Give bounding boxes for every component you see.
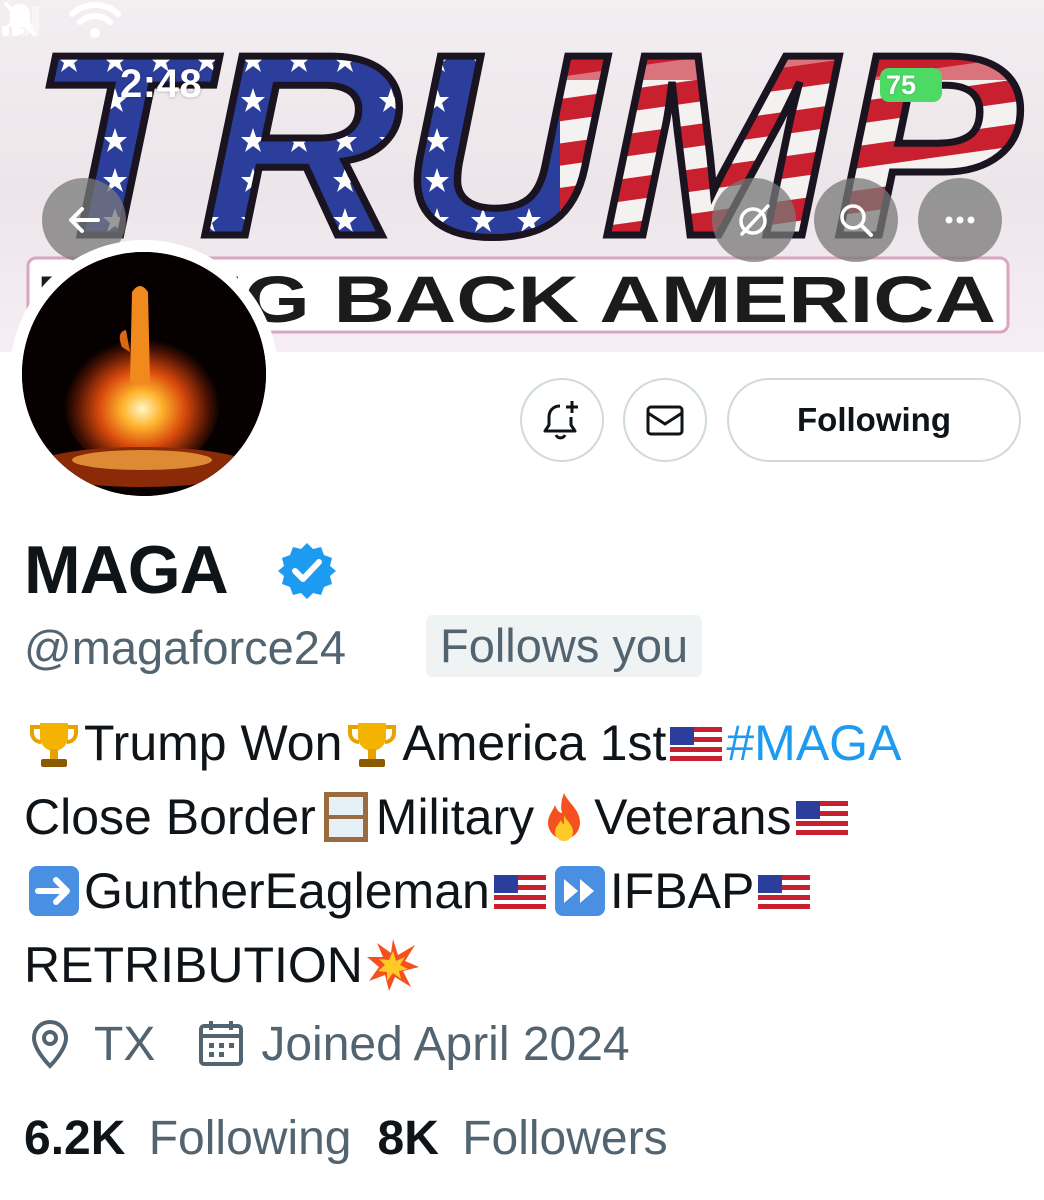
location-pin-icon: [31, 1019, 69, 1069]
hashtag-link[interactable]: #MAGA: [726, 706, 901, 780]
follow-stats: 6.2K Following 8K Followers: [24, 1106, 668, 1170]
us-flag-icon: [493, 875, 546, 909]
bio-text: Veterans: [594, 789, 792, 845]
us-flag-icon: [795, 801, 848, 835]
bio-line: GuntherEagleman IFBAP: [24, 854, 1024, 928]
following-button[interactable]: Following: [727, 378, 1021, 462]
bio-line: RETRIBUTION: [24, 928, 1024, 1002]
signal-wifi-icons: [2, 2, 121, 38]
message-button[interactable]: [623, 378, 707, 462]
bio-text: Trump Won: [84, 715, 343, 771]
bio-text: Close Border: [24, 789, 316, 845]
window-icon: [323, 792, 368, 842]
location-text: TX: [94, 1017, 156, 1071]
grok-icon: [739, 204, 770, 236]
us-flag-icon: [670, 727, 723, 761]
fire-icon: [548, 793, 581, 841]
notifications-button[interactable]: [520, 378, 604, 462]
profile-avatar[interactable]: [10, 240, 278, 508]
trophy-icon: [348, 723, 397, 767]
profile-meta: TX Joined April 2024: [24, 1012, 630, 1076]
grok-button[interactable]: [712, 178, 796, 262]
followers-label: Followers: [462, 1111, 668, 1165]
more-button[interactable]: [918, 178, 1002, 262]
bio-text: America 1st: [402, 715, 667, 771]
bio-text: IFBAP: [609, 863, 755, 919]
fast-forward-icon: [554, 866, 605, 916]
battery-indicator: 75: [880, 68, 942, 102]
more-icon: [945, 216, 975, 224]
us-flag-icon: [758, 875, 811, 909]
following-count: 6.2K: [24, 1111, 126, 1165]
verified-badge-icon[interactable]: [276, 540, 338, 602]
collision-icon: [366, 939, 419, 991]
search-icon: [840, 204, 873, 237]
followers-count: 8K: [377, 1111, 439, 1165]
bio-text: RETRIBUTION: [24, 937, 363, 993]
right-arrow-icon: [29, 866, 79, 916]
follows-you-badge: Follows you: [426, 615, 703, 677]
envelope-icon: [646, 405, 684, 436]
profile-bio: Trump Won America 1st #MAGA Close Border…: [24, 706, 1024, 1002]
followers-link[interactable]: 8K Followers: [378, 1111, 668, 1166]
calendar-icon: [199, 1021, 244, 1066]
bell-plus-icon: [543, 401, 578, 440]
status-time: 2:48: [120, 62, 203, 106]
following-link[interactable]: 6.2K Following: [24, 1111, 352, 1166]
bio-line: Close Border Military Veterans: [24, 780, 1024, 854]
joined-date: Joined April 2024: [261, 1017, 630, 1071]
bio-text: Military: [375, 789, 535, 845]
search-button[interactable]: [814, 178, 898, 262]
bio-line: Trump Won America 1st #MAGA: [24, 706, 1024, 780]
bio-text: GuntherEagleman: [84, 863, 490, 919]
avatar-explosion-image: [22, 252, 266, 496]
following-label: Following: [148, 1111, 352, 1165]
trophy-icon: [30, 723, 78, 767]
display-name: MAGA: [24, 532, 229, 608]
back-arrow-icon: [69, 207, 100, 233]
user-handle: @magaforce24: [24, 621, 347, 674]
